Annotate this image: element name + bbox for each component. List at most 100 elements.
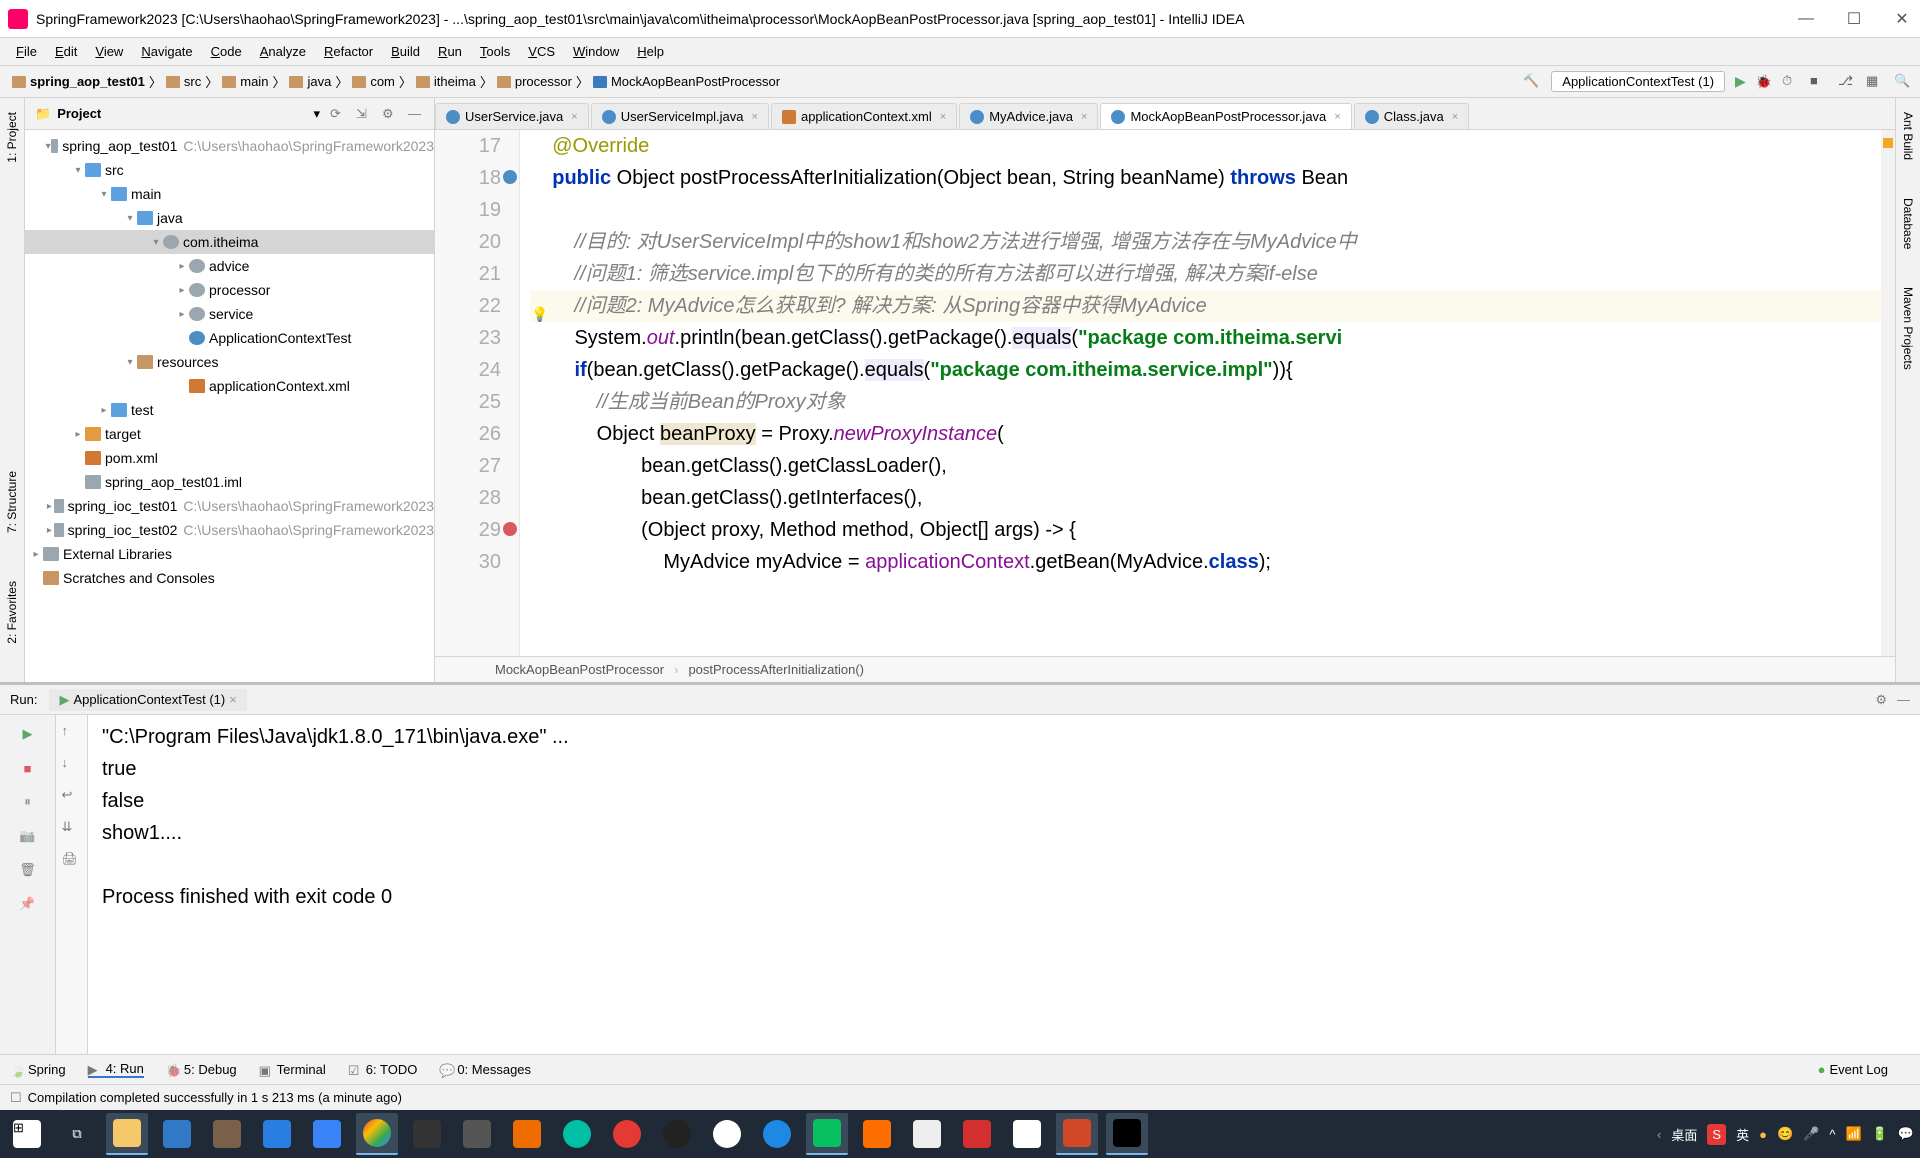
app-9[interactable] xyxy=(606,1113,648,1155)
search-button[interactable]: 🔍 xyxy=(1894,73,1912,91)
breadcrumb-item[interactable]: src xyxy=(162,72,205,91)
menu-code[interactable]: Code xyxy=(203,42,250,61)
tree-node[interactable]: ▸processor xyxy=(25,278,434,302)
print-icon[interactable]: 🖨 xyxy=(62,851,82,871)
tree-node[interactable]: ▾java xyxy=(25,206,434,230)
tree-node[interactable]: applicationContext.xml xyxy=(25,374,434,398)
app-16[interactable] xyxy=(1006,1113,1048,1155)
app-12[interactable] xyxy=(756,1113,798,1155)
menu-tools[interactable]: Tools xyxy=(472,42,518,61)
run-hide-icon[interactable]: — xyxy=(1897,692,1910,707)
tray-icon-3[interactable]: 🎤 xyxy=(1803,1126,1819,1142)
app-13[interactable] xyxy=(856,1113,898,1155)
tree-node[interactable]: ▾resources xyxy=(25,350,434,374)
tree-node[interactable]: pom.xml xyxy=(25,446,434,470)
editor-tab[interactable]: UserService.java× xyxy=(435,103,589,129)
index-button[interactable]: ▦ xyxy=(1866,73,1884,91)
tree-node[interactable]: ▾src xyxy=(25,158,434,182)
app-15[interactable] xyxy=(956,1113,998,1155)
tree-node[interactable]: spring_aop_test01.iml xyxy=(25,470,434,494)
stop-button[interactable]: ■ xyxy=(1810,73,1828,91)
wechat-button[interactable] xyxy=(806,1113,848,1155)
app-11[interactable] xyxy=(706,1113,748,1155)
clear-button[interactable]: 🗑 xyxy=(17,859,39,881)
favorites-tool-tab[interactable]: 2: Favorites xyxy=(3,577,21,648)
vcs-button[interactable]: ⎇ xyxy=(1838,73,1856,91)
database-tool-tab[interactable]: Database xyxy=(1899,194,1917,253)
editor-tab[interactable]: UserServiceImpl.java× xyxy=(591,103,769,129)
project-tool-tab[interactable]: 1: Project xyxy=(3,108,21,167)
bottom-tab[interactable]: 🐞5: Debug xyxy=(166,1062,237,1077)
ime-icon[interactable]: S xyxy=(1707,1124,1726,1145)
scroll-icon[interactable]: ⇊ xyxy=(62,819,82,839)
menu-file[interactable]: File xyxy=(8,42,45,61)
run-gear-icon[interactable]: ⚙ xyxy=(1875,692,1887,708)
app-3[interactable] xyxy=(256,1113,298,1155)
crumb-method[interactable]: postProcessAfterInitialization() xyxy=(688,662,864,677)
run-button[interactable]: ▶ xyxy=(1735,73,1746,90)
tree-node[interactable]: ▸spring_ioc_test01C:\Users\haohao\Spring… xyxy=(25,494,434,518)
editor-tab[interactable]: applicationContext.xml× xyxy=(771,103,957,129)
debug-button[interactable]: 🐞 xyxy=(1756,74,1772,90)
refresh-icon[interactable]: ⟳ xyxy=(330,106,346,122)
app-14[interactable] xyxy=(906,1113,948,1155)
stop-run-button[interactable]: ■ xyxy=(17,757,39,779)
menu-help[interactable]: Help xyxy=(629,42,672,61)
event-log-button[interactable]: ●Event Log xyxy=(1818,1062,1888,1077)
app-7[interactable] xyxy=(506,1113,548,1155)
tree-node[interactable]: ▸advice xyxy=(25,254,434,278)
tree-node[interactable]: ▸External Libraries xyxy=(25,542,434,566)
collapse-icon[interactable]: ⇲ xyxy=(356,106,372,122)
tree-node[interactable]: ▸service xyxy=(25,302,434,326)
dropdown-icon[interactable]: ▾ xyxy=(313,106,320,122)
tray-icon-1[interactable]: ● xyxy=(1759,1127,1767,1142)
task-view-button[interactable]: ⧉ xyxy=(56,1113,98,1155)
editor-tab[interactable]: MockAopBeanPostProcessor.java× xyxy=(1100,103,1351,129)
maven-tool-tab[interactable]: Maven Projects xyxy=(1899,283,1917,374)
app-10[interactable] xyxy=(656,1113,698,1155)
wifi-icon[interactable]: 📶 xyxy=(1845,1126,1861,1142)
down-icon[interactable]: ↓ xyxy=(62,755,82,775)
breadcrumb-item[interactable]: com xyxy=(348,72,399,91)
tree-node[interactable]: ▾spring_aop_test01C:\Users\haohao\Spring… xyxy=(25,134,434,158)
editor-tab[interactable]: MyAdvice.java× xyxy=(959,103,1098,129)
dump-button[interactable]: 📷 xyxy=(17,825,39,847)
intellij-button[interactable] xyxy=(1106,1113,1148,1155)
menu-view[interactable]: View xyxy=(87,42,131,61)
project-tree[interactable]: ▾spring_aop_test01C:\Users\haohao\Spring… xyxy=(25,130,434,682)
breadcrumb-item[interactable]: java xyxy=(285,72,335,91)
rerun-button[interactable]: ▶ xyxy=(17,723,39,745)
structure-tool-tab[interactable]: 7: Structure xyxy=(3,467,21,537)
menu-build[interactable]: Build xyxy=(383,42,428,61)
console-output[interactable]: "C:\Program Files\Java\jdk1.8.0_171\bin\… xyxy=(88,715,1920,1054)
menu-window[interactable]: Window xyxy=(565,42,627,61)
tree-node[interactable]: ▾com.itheima xyxy=(25,230,434,254)
tree-node[interactable]: ▾main xyxy=(25,182,434,206)
breadcrumb-item[interactable]: main xyxy=(218,72,272,91)
tree-node[interactable]: ApplicationContextTest xyxy=(25,326,434,350)
tree-node[interactable]: ▸spring_ioc_test02C:\Users\haohao\Spring… xyxy=(25,518,434,542)
app-2[interactable] xyxy=(206,1113,248,1155)
editor-tab[interactable]: Class.java× xyxy=(1354,103,1469,129)
tree-node[interactable]: Scratches and Consoles xyxy=(25,566,434,590)
gear-icon[interactable]: ⚙ xyxy=(382,106,398,122)
minimize-button[interactable]: — xyxy=(1796,9,1816,29)
pin-button[interactable]: 📌 xyxy=(17,893,39,915)
menu-analyze[interactable]: Analyze xyxy=(252,42,314,61)
tray-up-icon[interactable]: ^ xyxy=(1829,1127,1835,1142)
ant-tool-tab[interactable]: Ant Build xyxy=(1899,108,1917,164)
app-8[interactable] xyxy=(556,1113,598,1155)
pause-button[interactable]: ⏸ xyxy=(17,791,39,813)
crumb-class[interactable]: MockAopBeanPostProcessor xyxy=(495,662,664,677)
breadcrumb-item[interactable]: spring_aop_test01 xyxy=(8,72,149,91)
menu-refactor[interactable]: Refactor xyxy=(316,42,381,61)
battery-icon[interactable]: 🔋 xyxy=(1872,1126,1888,1142)
start-button[interactable]: ⊞ xyxy=(6,1113,48,1155)
profile-button[interactable]: ⏱ xyxy=(1782,73,1800,91)
app-6[interactable] xyxy=(456,1113,498,1155)
notif-icon[interactable]: 💬 xyxy=(1898,1126,1914,1142)
menu-vcs[interactable]: VCS xyxy=(520,42,563,61)
code-editor[interactable]: 171819202122💡2324252627282930 @Override … xyxy=(435,130,1895,656)
ppt-button[interactable] xyxy=(1056,1113,1098,1155)
bottom-tab[interactable]: ▶4: Run xyxy=(88,1061,144,1078)
